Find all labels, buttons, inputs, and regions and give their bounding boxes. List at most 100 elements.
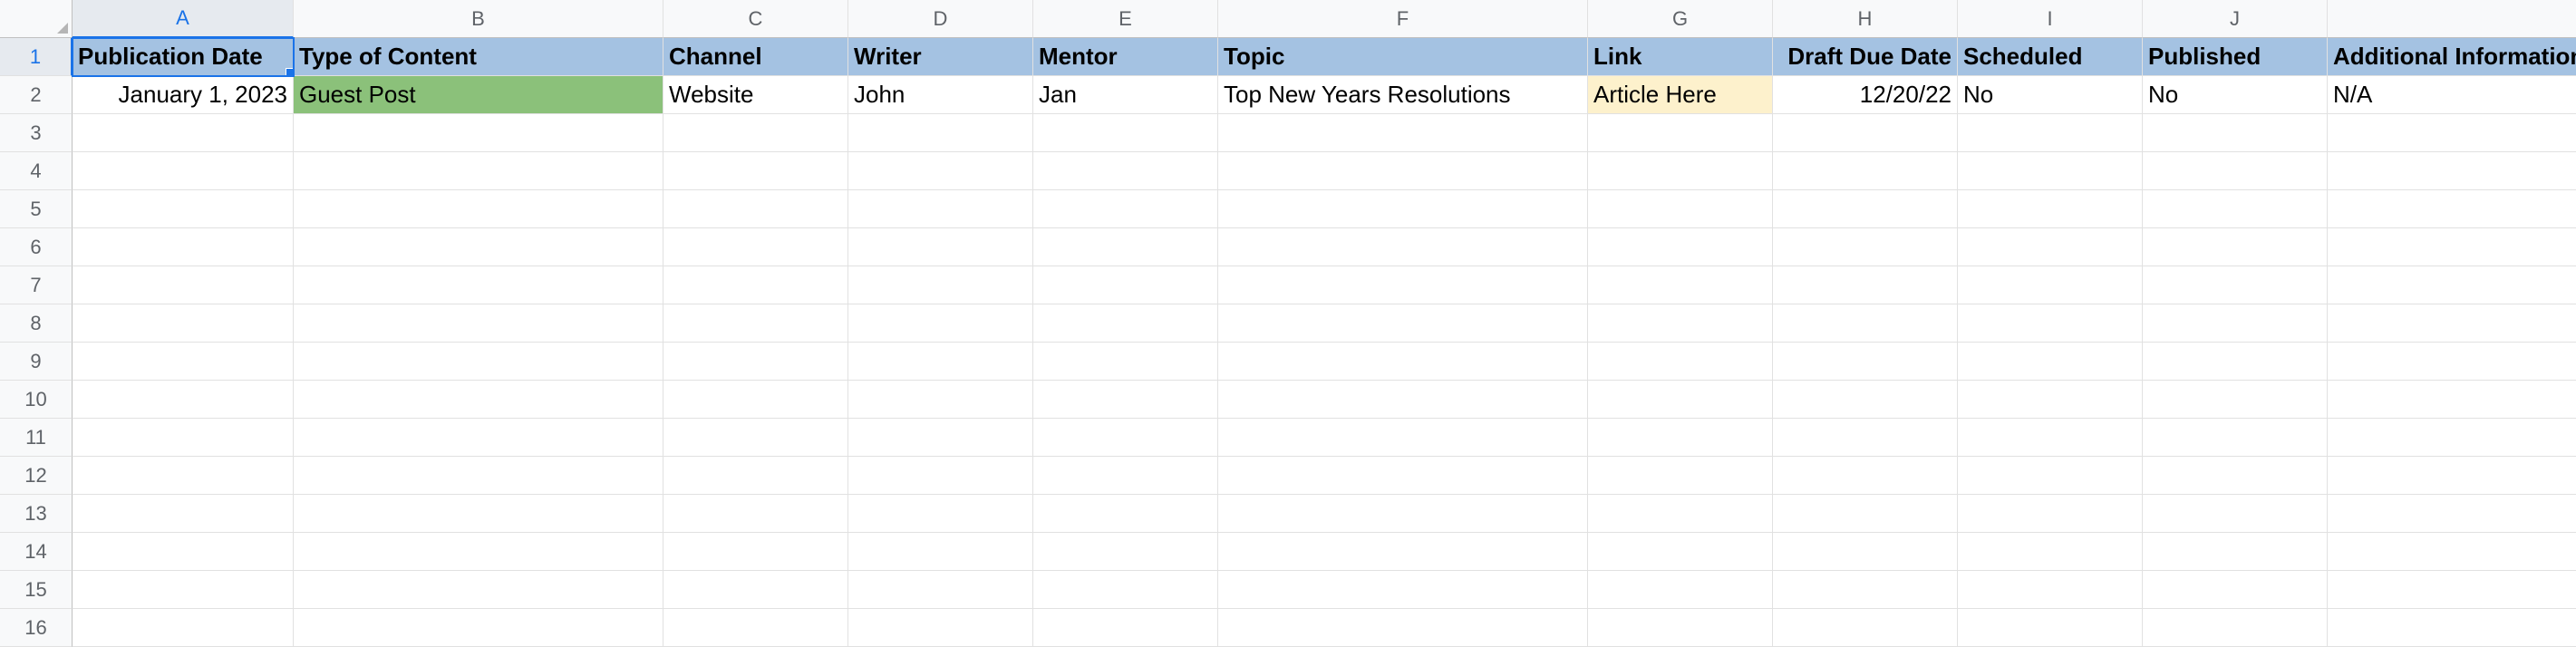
empty-cell[interactable] bbox=[1218, 343, 1588, 381]
row-header-8[interactable]: 8 bbox=[0, 304, 73, 343]
empty-cell[interactable] bbox=[1958, 495, 2143, 533]
empty-cell[interactable] bbox=[73, 228, 294, 266]
empty-cell[interactable] bbox=[848, 152, 1033, 190]
empty-cell[interactable] bbox=[1033, 228, 1218, 266]
empty-cell[interactable] bbox=[1773, 114, 1958, 152]
cell-publication-date[interactable]: January 1, 2023 bbox=[73, 76, 294, 114]
empty-cell[interactable] bbox=[848, 114, 1033, 152]
empty-cell[interactable] bbox=[1958, 190, 2143, 228]
column-header-C[interactable]: C bbox=[663, 0, 848, 38]
empty-cell[interactable] bbox=[1033, 457, 1218, 495]
empty-cell[interactable] bbox=[848, 495, 1033, 533]
empty-cell[interactable] bbox=[73, 304, 294, 343]
column-header-I[interactable]: I bbox=[1958, 0, 2143, 38]
empty-cell[interactable] bbox=[663, 152, 848, 190]
row-header-16[interactable]: 16 bbox=[0, 609, 73, 647]
empty-cell[interactable] bbox=[1958, 571, 2143, 609]
empty-cell[interactable] bbox=[1033, 152, 1218, 190]
empty-cell[interactable] bbox=[2143, 571, 2328, 609]
header-cell-topic[interactable]: Topic bbox=[1218, 38, 1588, 76]
empty-cell[interactable] bbox=[1033, 609, 1218, 647]
empty-cell[interactable] bbox=[1218, 304, 1588, 343]
empty-cell[interactable] bbox=[1773, 419, 1958, 457]
empty-cell[interactable] bbox=[73, 419, 294, 457]
row-header-5[interactable]: 5 bbox=[0, 190, 73, 228]
empty-cell[interactable] bbox=[1588, 457, 1773, 495]
empty-cell[interactable] bbox=[1773, 228, 1958, 266]
column-header-D[interactable]: D bbox=[848, 0, 1033, 38]
empty-cell[interactable] bbox=[73, 571, 294, 609]
empty-cell[interactable] bbox=[1218, 114, 1588, 152]
empty-cell[interactable] bbox=[1588, 419, 1773, 457]
column-header-B[interactable]: B bbox=[294, 0, 663, 38]
empty-cell[interactable] bbox=[294, 304, 663, 343]
empty-cell[interactable] bbox=[1588, 609, 1773, 647]
empty-cell[interactable] bbox=[848, 419, 1033, 457]
empty-cell[interactable] bbox=[1773, 571, 1958, 609]
empty-cell[interactable] bbox=[294, 266, 663, 304]
empty-cell[interactable] bbox=[663, 190, 848, 228]
empty-cell[interactable] bbox=[2143, 343, 2328, 381]
empty-cell[interactable] bbox=[1958, 266, 2143, 304]
cell-additional-info[interactable]: N/A bbox=[2328, 76, 2576, 114]
empty-cell[interactable] bbox=[73, 495, 294, 533]
empty-cell[interactable] bbox=[294, 114, 663, 152]
cell-channel[interactable]: Website bbox=[663, 76, 848, 114]
row-header-9[interactable]: 9 bbox=[0, 343, 73, 381]
empty-cell[interactable] bbox=[73, 457, 294, 495]
empty-cell[interactable] bbox=[663, 114, 848, 152]
empty-cell[interactable] bbox=[848, 571, 1033, 609]
empty-cell[interactable] bbox=[2328, 228, 2576, 266]
empty-cell[interactable] bbox=[1033, 381, 1218, 419]
row-header-12[interactable]: 12 bbox=[0, 457, 73, 495]
empty-cell[interactable] bbox=[1218, 457, 1588, 495]
empty-cell[interactable] bbox=[294, 343, 663, 381]
empty-cell[interactable] bbox=[1218, 152, 1588, 190]
column-header-G[interactable]: G bbox=[1588, 0, 1773, 38]
header-cell-scheduled[interactable]: Scheduled bbox=[1958, 38, 2143, 76]
header-cell-link[interactable]: Link bbox=[1588, 38, 1773, 76]
cell-scheduled[interactable]: No bbox=[1958, 76, 2143, 114]
row-header-15[interactable]: 15 bbox=[0, 571, 73, 609]
select-all-corner[interactable] bbox=[0, 0, 73, 38]
empty-cell[interactable] bbox=[2328, 495, 2576, 533]
empty-cell[interactable] bbox=[1588, 266, 1773, 304]
empty-cell[interactable] bbox=[663, 495, 848, 533]
empty-cell[interactable] bbox=[1773, 609, 1958, 647]
empty-cell[interactable] bbox=[2143, 533, 2328, 571]
empty-cell[interactable] bbox=[1588, 114, 1773, 152]
empty-cell[interactable] bbox=[2328, 152, 2576, 190]
empty-cell[interactable] bbox=[1958, 228, 2143, 266]
empty-cell[interactable] bbox=[1588, 228, 1773, 266]
empty-cell[interactable] bbox=[1218, 609, 1588, 647]
empty-cell[interactable] bbox=[1033, 495, 1218, 533]
empty-cell[interactable] bbox=[1218, 495, 1588, 533]
cell-type-of-content[interactable]: Guest Post bbox=[294, 76, 663, 114]
empty-cell[interactable] bbox=[1958, 457, 2143, 495]
empty-cell[interactable] bbox=[1033, 343, 1218, 381]
row-header-1[interactable]: 1 bbox=[0, 38, 73, 76]
empty-cell[interactable] bbox=[2328, 533, 2576, 571]
empty-cell[interactable] bbox=[2143, 190, 2328, 228]
column-header-H[interactable]: H bbox=[1773, 0, 1958, 38]
empty-cell[interactable] bbox=[1958, 419, 2143, 457]
empty-cell[interactable] bbox=[2143, 495, 2328, 533]
empty-cell[interactable] bbox=[1588, 381, 1773, 419]
empty-cell[interactable] bbox=[294, 381, 663, 419]
empty-cell[interactable] bbox=[848, 266, 1033, 304]
empty-cell[interactable] bbox=[663, 304, 848, 343]
empty-cell[interactable] bbox=[1588, 343, 1773, 381]
row-header-13[interactable]: 13 bbox=[0, 495, 73, 533]
header-cell-additional-information[interactable]: Additional Information bbox=[2328, 38, 2576, 76]
empty-cell[interactable] bbox=[294, 571, 663, 609]
empty-cell[interactable] bbox=[2143, 152, 2328, 190]
empty-cell[interactable] bbox=[73, 343, 294, 381]
row-header-11[interactable]: 11 bbox=[0, 419, 73, 457]
empty-cell[interactable] bbox=[2328, 304, 2576, 343]
empty-cell[interactable] bbox=[294, 609, 663, 647]
empty-cell[interactable] bbox=[848, 228, 1033, 266]
empty-cell[interactable] bbox=[1588, 571, 1773, 609]
empty-cell[interactable] bbox=[1773, 266, 1958, 304]
column-header-J[interactable]: J bbox=[2143, 0, 2328, 38]
empty-cell[interactable] bbox=[848, 609, 1033, 647]
